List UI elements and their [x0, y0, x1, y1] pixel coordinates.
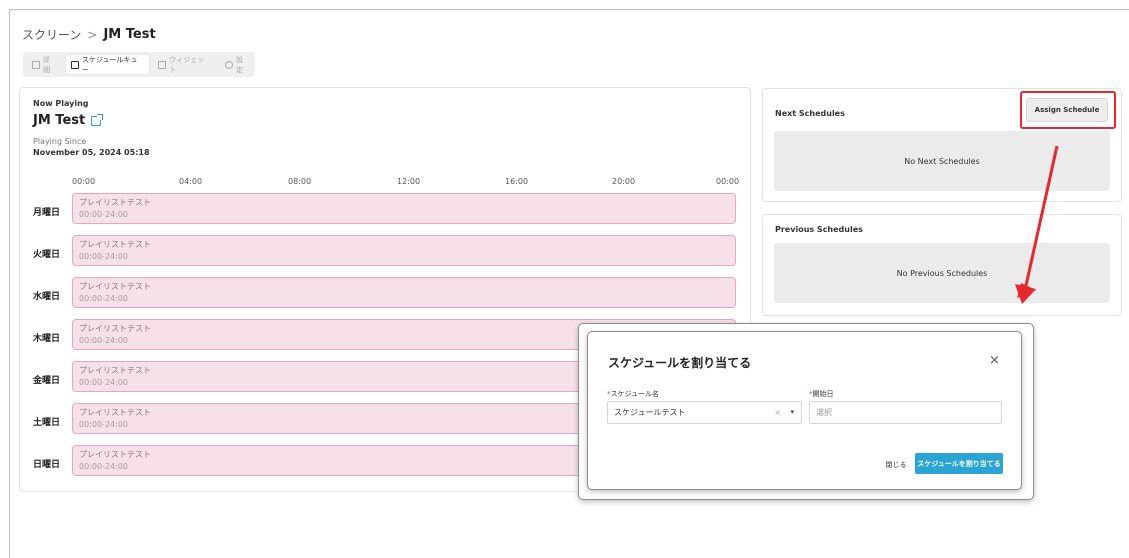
day-row-monday: 月曜日 プレイリストテスト 00:00-24:00 [20, 193, 752, 227]
close-button[interactable]: 閉じる [882, 455, 910, 474]
breadcrumb: スクリーン > JM Test [22, 26, 156, 43]
playlist-block[interactable]: プレイリストテスト 00:00-24:00 [72, 193, 736, 224]
next-schedules-title: Next Schedules [775, 109, 845, 118]
gear-icon [225, 60, 234, 69]
widget-icon [158, 60, 167, 69]
tab-bar: 詳細 スケジュールキュー ウィジェット 設定 [23, 52, 255, 77]
day-label: 水曜日 [33, 292, 61, 302]
playlist-name: プレイリストテスト [79, 408, 151, 417]
time-tick: 08:00 [288, 177, 312, 186]
playlist-time: 00:00-24:00 [79, 294, 128, 303]
playlist-name: プレイリストテスト [79, 324, 151, 333]
playlist-name: プレイリストテスト [79, 198, 151, 207]
highlight-box-assign [1020, 91, 1116, 129]
tab-details[interactable]: 詳細 [27, 55, 62, 74]
tab-label: 詳細 [42, 55, 50, 74]
schedule-name-label-text: スケジュール名 [610, 390, 660, 398]
close-icon[interactable]: × [989, 353, 1000, 368]
day-label: 木曜日 [33, 334, 61, 344]
now-playing-title-text: JM Test [33, 113, 86, 128]
start-date-label: *開始日 [809, 389, 834, 399]
breadcrumb-separator: > [87, 27, 98, 42]
playlist-name: プレイリストテスト [79, 282, 151, 291]
playlist-name: プレイリストテスト [79, 240, 151, 249]
schedule-name-label: *スケジュール名 [607, 389, 659, 399]
day-label: 金曜日 [33, 376, 61, 386]
playing-since-value: November 05, 2024 05:18 [33, 148, 150, 157]
time-tick: 04:00 [179, 177, 203, 186]
playlist-time: 00:00-24:00 [79, 420, 128, 429]
tab-schedule-queue[interactable]: スケジュールキュー [65, 55, 150, 74]
start-date-field[interactable]: 選択 [809, 401, 1002, 424]
next-schedules-empty: No Next Schedules [774, 131, 1110, 191]
schedule-name-value: スケジュールテスト [614, 408, 686, 417]
playlist-name: プレイリストテスト [79, 450, 151, 459]
time-axis: 00:00 04:00 08:00 12:00 16:00 20:00 00:0… [72, 177, 742, 189]
playlist-block[interactable]: プレイリストテスト 00:00-24:00 [72, 235, 736, 266]
previous-schedules-empty: No Previous Schedules [774, 243, 1110, 303]
calendar-icon [70, 60, 79, 69]
time-tick: 16:00 [505, 177, 529, 186]
playlist-time: 00:00-24:00 [79, 210, 128, 219]
day-label: 火曜日 [33, 250, 61, 260]
start-date-label-text: 開始日 [812, 390, 834, 398]
time-tick: 00:00 [72, 177, 96, 186]
assign-schedule-dialog: スケジュールを割り当てる × *スケジュール名 スケジュールテスト × ▾ *開… [587, 331, 1022, 490]
previous-schedules-card: Previous Schedules No Previous Schedules [762, 214, 1122, 316]
tab-widget[interactable]: ウィジェット [153, 55, 216, 74]
tab-label: 設定 [236, 55, 244, 74]
tab-settings[interactable]: 設定 [220, 55, 255, 74]
breadcrumb-current: JM Test [103, 27, 156, 42]
day-row-wednesday: 水曜日 プレイリストテスト 00:00-24:00 [20, 277, 752, 311]
tab-label: スケジュールキュー [81, 55, 138, 74]
start-date-placeholder: 選択 [816, 408, 832, 417]
previous-schedules-title: Previous Schedules [775, 225, 863, 234]
dialog-title: スケジュールを割り当てる [608, 356, 752, 370]
playlist-time: 00:00-24:00 [79, 252, 128, 261]
playlist-block[interactable]: プレイリストテスト 00:00-24:00 [72, 277, 736, 308]
time-tick: 00:00 [716, 177, 740, 186]
external-link-icon[interactable] [91, 113, 104, 126]
day-label: 日曜日 [33, 460, 61, 470]
breadcrumb-parent[interactable]: スクリーン [22, 26, 81, 43]
schedule-name-select[interactable]: スケジュールテスト × ▾ [607, 401, 802, 424]
day-label: 土曜日 [33, 418, 61, 428]
playlist-time: 00:00-24:00 [79, 462, 128, 471]
chevron-down-icon[interactable]: ▾ [790, 408, 794, 416]
playlist-name: プレイリストテスト [79, 366, 151, 375]
assign-schedule-submit-button[interactable]: スケジュールを割り当てる [915, 453, 1003, 474]
day-row-tuesday: 火曜日 プレイリストテスト 00:00-24:00 [20, 235, 752, 269]
playlist-time: 00:00-24:00 [79, 378, 128, 387]
now-playing-label: Now Playing [33, 99, 89, 108]
time-tick: 12:00 [397, 177, 421, 186]
now-playing-title: JM Test [33, 113, 104, 128]
tab-label: ウィジェット [169, 55, 205, 74]
clear-icon[interactable]: × [774, 408, 781, 417]
time-tick: 20:00 [612, 177, 636, 186]
day-label: 月曜日 [33, 208, 61, 218]
playing-since-label: Playing Since [33, 137, 87, 146]
list-icon [32, 60, 40, 69]
playlist-time: 00:00-24:00 [79, 336, 128, 345]
